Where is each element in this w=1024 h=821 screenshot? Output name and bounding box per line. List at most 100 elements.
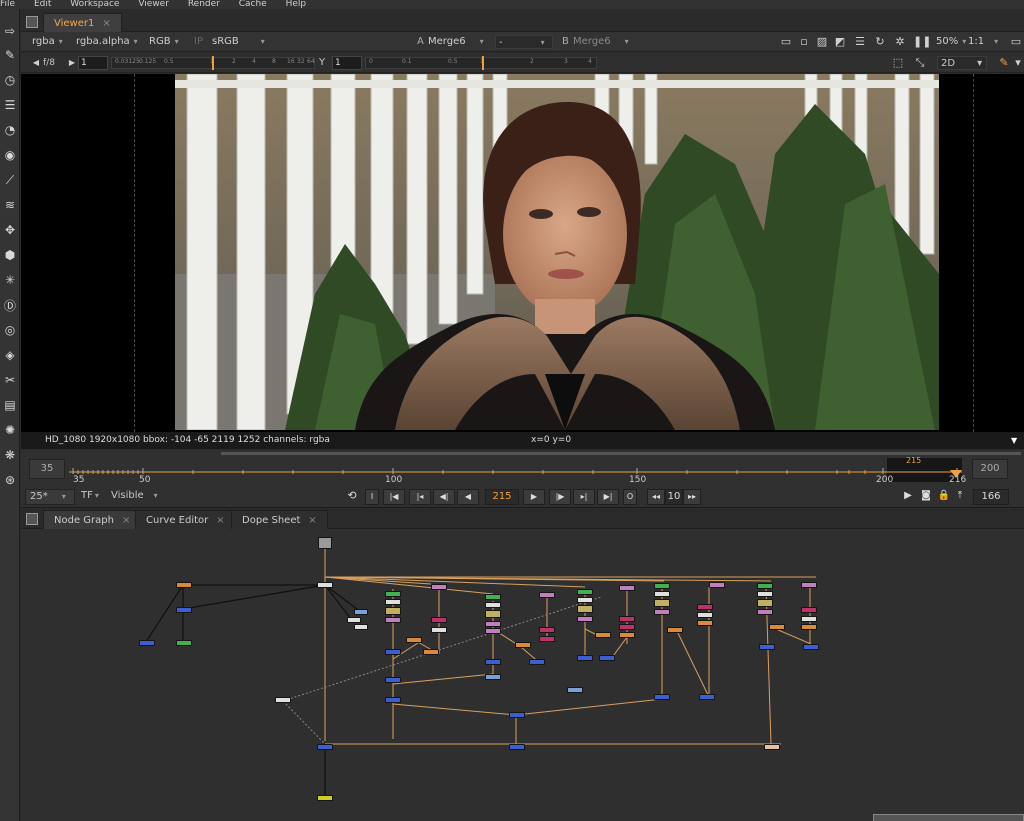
node-white[interactable] <box>757 591 773 597</box>
node-white[interactable] <box>654 591 670 597</box>
node-purple[interactable] <box>485 621 501 627</box>
dot-node[interactable] <box>317 582 333 588</box>
paint-brush-icon[interactable]: ✎ <box>997 56 1011 70</box>
menu-cache[interactable]: Cache <box>239 0 267 9</box>
downscale-icon[interactable]: ▨ <box>815 35 829 49</box>
node-purple[interactable] <box>619 585 635 591</box>
crop-icon[interactable]: ⬚ <box>891 56 905 70</box>
node-purple[interactable] <box>577 616 593 622</box>
tab-node-graph[interactable]: Node Graph × <box>43 510 142 529</box>
node-peach[interactable] <box>764 744 780 750</box>
node-purple[interactable] <box>801 582 817 588</box>
channels-icon[interactable]: ☰ <box>853 35 867 49</box>
lock-icon[interactable]: 🔒 <box>937 489 951 505</box>
node-white[interactable] <box>354 624 368 630</box>
node-lightblue[interactable] <box>567 687 583 693</box>
node-white[interactable] <box>485 602 501 608</box>
last-frame-button[interactable]: ▶| <box>597 489 619 505</box>
next-frame-button[interactable]: |▶ <box>549 489 571 505</box>
color-icon[interactable]: ◔ <box>2 122 18 138</box>
node-blue[interactable] <box>577 655 593 661</box>
node-pink[interactable] <box>431 617 447 623</box>
metadata-icon[interactable]: ◈ <box>2 347 18 363</box>
menu-file[interactable]: File <box>0 0 15 9</box>
node-orange[interactable] <box>769 624 785 630</box>
menu-viewer[interactable]: Viewer <box>138 0 169 9</box>
node-pink[interactable] <box>619 624 635 630</box>
zoom-dropdown[interactable]: 50% ▾ <box>933 35 966 49</box>
viewer-node[interactable] <box>317 795 333 801</box>
toolsets-icon[interactable]: ✂ <box>2 372 18 388</box>
close-icon[interactable]: × <box>102 18 110 29</box>
node-blue[interactable] <box>385 649 401 655</box>
node-blue[interactable] <box>529 659 545 665</box>
node-purple[interactable] <box>431 584 447 590</box>
node-green[interactable] <box>577 589 593 595</box>
panel-menu-icon[interactable] <box>26 513 38 525</box>
node-yellow[interactable] <box>485 610 501 618</box>
gain-slider[interactable]: 0.03125 0.125 0.5 1 2 4 8 16 32 64 <box>111 56 315 70</box>
tf-dropdown[interactable]: TF ▾ <box>81 489 99 505</box>
node-orange[interactable] <box>406 637 422 643</box>
expand-icon[interactable]: ▭ <box>1009 35 1023 49</box>
3d-icon[interactable]: ⬢ <box>2 247 18 263</box>
display-dropdown[interactable]: RGB ▾ <box>146 35 179 49</box>
node-pink[interactable] <box>801 607 817 613</box>
input-a-dropdown[interactable]: Merge6 ▾ <box>425 35 484 49</box>
node-pink[interactable] <box>619 616 635 622</box>
panel-menu-icon[interactable] <box>26 16 38 28</box>
ip-button[interactable]: IP <box>191 35 203 49</box>
other-icon[interactable]: ▤ <box>2 397 18 413</box>
node-blue[interactable] <box>759 644 775 650</box>
node-white[interactable] <box>347 617 361 623</box>
node-white[interactable] <box>577 597 593 603</box>
gamma-field[interactable]: 1 <box>332 56 362 70</box>
step-forward-button[interactable]: ▸▸ <box>683 489 701 505</box>
node-purple[interactable] <box>539 592 555 598</box>
node-blue[interactable] <box>176 607 192 613</box>
overlay-icon[interactable]: ◩ <box>833 35 847 49</box>
prev-frame-button[interactable]: ◀| <box>433 489 455 505</box>
node-orange[interactable] <box>801 624 817 630</box>
tab-curve-editor[interactable]: Curve Editor × <box>135 510 236 529</box>
node-yellow[interactable] <box>577 605 593 613</box>
node-blue[interactable] <box>699 694 715 700</box>
export-icon[interactable]: ⤒ <box>953 489 967 505</box>
node-green[interactable] <box>485 594 501 600</box>
menu-edit[interactable]: Edit <box>34 0 51 9</box>
read-node[interactable] <box>318 537 332 549</box>
draw-icon[interactable]: ✎ <box>2 47 18 63</box>
play-forward-button[interactable]: ▶ <box>523 489 545 505</box>
time-icon[interactable]: ◷ <box>2 72 18 88</box>
node-orange[interactable] <box>515 642 531 648</box>
stop-back-icon[interactable]: ◀ <box>29 56 43 70</box>
node-purple[interactable] <box>757 609 773 615</box>
refresh-icon[interactable]: ↻ <box>873 35 887 49</box>
in-point-button[interactable]: I <box>365 489 379 505</box>
merge-node[interactable] <box>317 744 333 750</box>
node-orange[interactable] <box>619 632 635 638</box>
node-purple[interactable] <box>709 582 725 588</box>
node-blue[interactable] <box>803 644 819 650</box>
axis-icon[interactable]: ⤡ <box>913 56 927 70</box>
node-white[interactable] <box>431 627 447 633</box>
node-pink[interactable] <box>697 604 713 610</box>
proxy-icon[interactable]: ▫ <box>797 35 811 49</box>
node-purple[interactable] <box>654 609 670 615</box>
increment-field[interactable]: 10 <box>665 489 683 505</box>
prev-keyframe-button[interactable]: |◂ <box>409 489 431 505</box>
gain-field[interactable]: 1 <box>78 56 108 70</box>
close-icon[interactable]: × <box>216 515 224 526</box>
node-blue[interactable] <box>385 697 401 703</box>
node-yellow[interactable] <box>654 599 670 607</box>
timeline-ruler[interactable]: 215 <box>69 456 962 482</box>
alpha-channel-dropdown[interactable]: rgba.alpha ▾ <box>73 35 138 49</box>
node-graph-canvas[interactable] <box>21 529 1024 821</box>
step-back-button[interactable]: ◂◂ <box>647 489 665 505</box>
node-purple[interactable] <box>485 628 501 634</box>
next-keyframe-button[interactable]: ▸| <box>573 489 595 505</box>
node-green[interactable] <box>654 583 670 589</box>
node-green[interactable] <box>757 583 773 589</box>
roi-icon[interactable]: ▭ <box>779 35 793 49</box>
filter-icon[interactable]: ◉ <box>2 147 18 163</box>
